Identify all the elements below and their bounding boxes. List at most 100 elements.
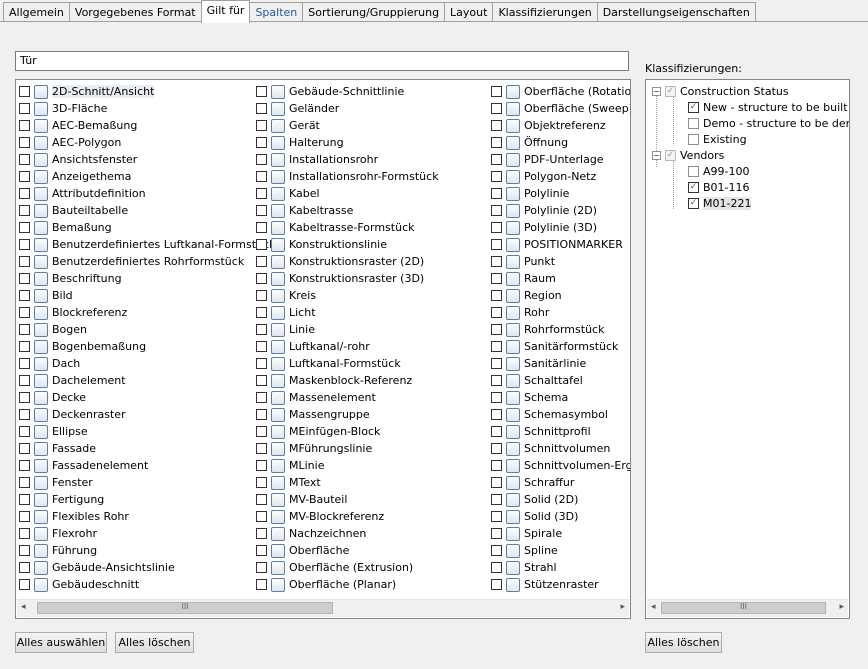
object-type-item[interactable]: Oberfläche (Extrusion) (254, 559, 439, 576)
object-type-checkbox[interactable] (19, 290, 30, 301)
object-type-item[interactable]: Bogen (17, 321, 275, 338)
tree-item-b01-116[interactable]: B01-116 (688, 179, 750, 195)
object-type-item[interactable]: Objektreferenz (489, 117, 630, 134)
object-type-item[interactable]: Schalttafel (489, 372, 630, 389)
object-type-item[interactable]: Schemasymbol (489, 406, 630, 423)
object-type-checkbox[interactable] (491, 154, 502, 165)
object-type-checkbox[interactable] (491, 341, 502, 352)
object-type-item[interactable]: 3D-Fläche (17, 100, 275, 117)
object-type-checkbox[interactable] (19, 545, 30, 556)
list-horizontal-scrollbar[interactable]: ◂ III ▸ (17, 599, 629, 617)
group-checkbox[interactable] (665, 149, 676, 161)
object-type-item[interactable]: Massengruppe (254, 406, 439, 423)
item-checkbox[interactable] (688, 101, 699, 113)
object-type-item[interactable]: Führung (17, 542, 275, 559)
object-type-item[interactable]: Bemaßung (17, 219, 275, 236)
object-type-checkbox[interactable] (19, 511, 30, 522)
object-type-item[interactable]: Gebäudeschnitt (17, 576, 275, 593)
object-type-item[interactable]: Konstruktionslinie (254, 236, 439, 253)
object-type-checkbox[interactable] (19, 426, 30, 437)
object-type-checkbox[interactable] (491, 562, 502, 573)
object-type-checkbox[interactable] (256, 579, 267, 590)
object-type-checkbox[interactable] (491, 579, 502, 590)
object-type-item[interactable]: Oberfläche (Planar) (254, 576, 439, 593)
object-type-item[interactable]: Kabeltrasse-Formstück (254, 219, 439, 236)
object-type-checkbox[interactable] (491, 409, 502, 420)
object-type-checkbox[interactable] (256, 188, 267, 199)
object-type-checkbox[interactable] (256, 273, 267, 284)
object-type-item[interactable]: Region (489, 287, 630, 304)
object-type-checkbox[interactable] (491, 273, 502, 284)
object-type-item[interactable]: Raum (489, 270, 630, 287)
object-type-checkbox[interactable] (256, 290, 267, 301)
object-type-checkbox[interactable] (256, 477, 267, 488)
object-type-item[interactable]: Schnittvolumen (489, 440, 630, 457)
object-type-item[interactable]: Benutzerdefiniertes Luftkanal-Formstück (17, 236, 275, 253)
object-type-item[interactable]: AEC-Polygon (17, 134, 275, 151)
tree-group-vendors[interactable]: − Vendors (652, 147, 724, 163)
object-type-checkbox[interactable] (19, 324, 30, 335)
object-type-checkbox[interactable] (491, 460, 502, 471)
object-type-checkbox[interactable] (256, 205, 267, 216)
object-type-checkbox[interactable] (19, 579, 30, 590)
object-type-item[interactable]: Sanitärlinie (489, 355, 630, 372)
object-type-item[interactable]: Fassadenelement (17, 457, 275, 474)
object-type-checkbox[interactable] (256, 307, 267, 318)
object-type-checkbox[interactable] (19, 137, 30, 148)
object-type-checkbox[interactable] (19, 562, 30, 573)
object-type-checkbox[interactable] (491, 375, 502, 386)
object-type-item[interactable]: Punkt (489, 253, 630, 270)
object-type-checkbox[interactable] (19, 188, 30, 199)
item-checkbox[interactable] (688, 197, 699, 209)
object-type-checkbox[interactable] (491, 307, 502, 318)
object-type-checkbox[interactable] (256, 375, 267, 386)
object-type-item[interactable]: Licht (254, 304, 439, 321)
object-type-item[interactable]: AEC-Bemaßung (17, 117, 275, 134)
tree-group-construction-status[interactable]: − Construction Status (652, 83, 789, 99)
object-type-checkbox[interactable] (491, 256, 502, 267)
object-type-checkbox[interactable] (19, 358, 30, 369)
clear-all-classifications-button[interactable]: Alles löschen (645, 632, 722, 653)
object-type-item[interactable]: Rohr (489, 304, 630, 321)
object-type-item[interactable]: Geländer (254, 100, 439, 117)
object-type-checkbox[interactable] (256, 154, 267, 165)
object-type-item[interactable]: Kabeltrasse (254, 202, 439, 219)
object-type-checkbox[interactable] (256, 460, 267, 471)
object-type-checkbox[interactable] (256, 528, 267, 539)
object-type-checkbox[interactable] (491, 120, 502, 131)
tree-item-demo[interactable]: Demo - structure to be demolis (688, 115, 849, 131)
object-type-item[interactable]: Linie (254, 321, 439, 338)
object-type-checkbox[interactable] (256, 239, 267, 250)
item-checkbox[interactable] (688, 165, 699, 177)
object-type-checkbox[interactable] (491, 103, 502, 114)
object-type-item[interactable]: Spline (489, 542, 630, 559)
object-type-checkbox[interactable] (491, 545, 502, 556)
object-type-checkbox[interactable] (491, 426, 502, 437)
object-type-checkbox[interactable] (491, 511, 502, 522)
object-type-item[interactable]: Gerät (254, 117, 439, 134)
scrollbar-thumb[interactable]: III (37, 602, 333, 614)
object-type-item[interactable]: Massenelement (254, 389, 439, 406)
object-type-item[interactable]: 2D-Schnitt/Ansicht (17, 83, 275, 100)
classification-tree[interactable]: − Construction Status New - structure to… (645, 79, 850, 619)
object-type-checkbox[interactable] (491, 392, 502, 403)
object-type-checkbox[interactable] (256, 409, 267, 420)
object-type-checkbox[interactable] (19, 222, 30, 233)
object-type-checkbox[interactable] (19, 239, 30, 250)
object-type-checkbox[interactable] (19, 460, 30, 471)
object-type-checkbox[interactable] (256, 137, 267, 148)
object-type-checkbox[interactable] (256, 171, 267, 182)
tree-item-existing[interactable]: Existing (688, 131, 747, 147)
object-type-item[interactable]: Polylinie (3D) (489, 219, 630, 236)
tab-allgemein[interactable]: Allgemein (3, 2, 70, 22)
object-type-item[interactable]: Polylinie (489, 185, 630, 202)
object-type-item[interactable]: MLinie (254, 457, 439, 474)
object-type-checkbox[interactable] (19, 86, 30, 97)
filter-input[interactable]: Tür (15, 51, 629, 71)
object-type-checkbox[interactable] (491, 324, 502, 335)
object-type-checkbox[interactable] (491, 528, 502, 539)
object-type-list[interactable]: 2D-Schnitt/Ansicht 3D-Fläche AEC-Bemaßung A… (15, 79, 631, 619)
select-all-button[interactable]: Alles auswählen (15, 632, 107, 653)
object-type-item[interactable]: Oberfläche (Sweep) (489, 100, 630, 117)
scrollbar-thumb[interactable]: III (661, 602, 826, 614)
